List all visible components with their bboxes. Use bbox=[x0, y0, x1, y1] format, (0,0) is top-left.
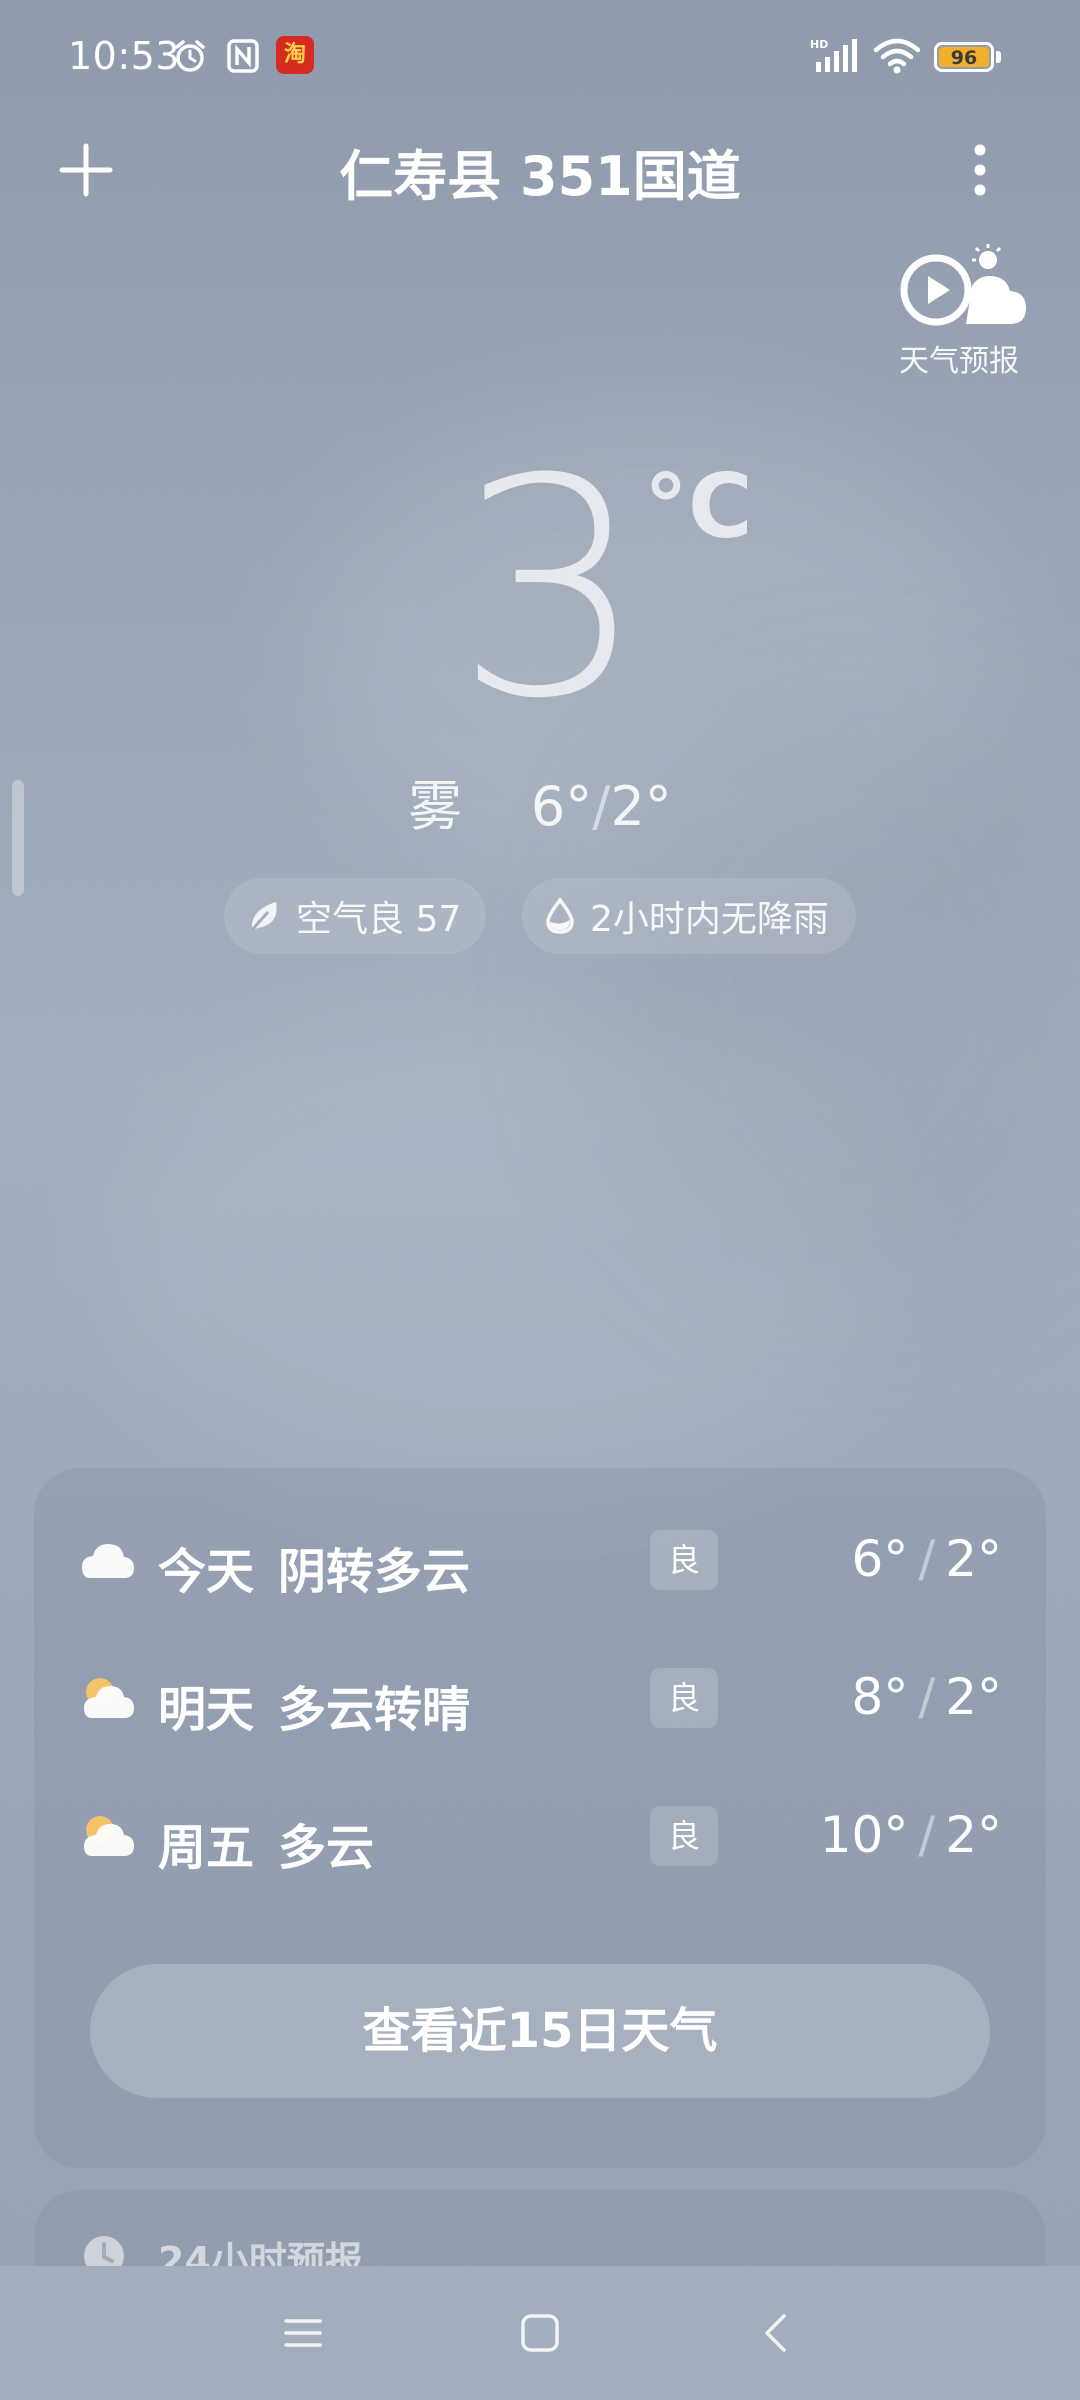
view-15-day-button[interactable]: 查看近15日天气 bbox=[90, 1964, 990, 2098]
battery-level: 96 bbox=[939, 47, 989, 69]
cloud-icon bbox=[82, 1544, 134, 1578]
nfc-icon bbox=[227, 39, 259, 73]
current-condition: 雾 bbox=[408, 775, 463, 838]
more-options-button[interactable] bbox=[958, 138, 1002, 202]
forecast-day: 周五 bbox=[158, 1820, 255, 1876]
wifi-icon bbox=[873, 38, 921, 74]
rain-forecast-pill[interactable]: 2小时内无降雨 bbox=[522, 878, 856, 954]
today-high: 6° bbox=[530, 775, 593, 838]
weather-video-button[interactable]: 天气预报 bbox=[886, 244, 1032, 379]
air-quality-text: 空气良 57 bbox=[296, 899, 462, 940]
raindrop-icon bbox=[546, 898, 574, 934]
forecast-high: 6° bbox=[851, 1530, 909, 1588]
navigation-bar bbox=[0, 2266, 1080, 2400]
signal-icon: HD bbox=[810, 38, 857, 72]
aqi-badge: 良 bbox=[650, 1806, 718, 1866]
play-cloud-icon bbox=[900, 244, 1026, 326]
partly-cloudy-icon bbox=[84, 1816, 134, 1856]
forecast-condition: 多云 bbox=[278, 1820, 375, 1876]
alarm-icon bbox=[175, 40, 205, 72]
partly-cloudy-icon bbox=[84, 1678, 134, 1718]
forecast-condition: 阴转多云 bbox=[278, 1544, 471, 1600]
air-quality-pill[interactable]: 空气良 57 bbox=[224, 878, 486, 954]
forecast-high: 8° bbox=[851, 1668, 909, 1726]
temperature-unit: °C bbox=[644, 455, 753, 558]
forecast-low: 2° bbox=[945, 1530, 1002, 1588]
forecast-temp-range: 10°/2° bbox=[820, 1806, 1002, 1864]
daily-forecast-card: 今天 阴转多云 良 6°/2° 明天 多云转晴 良 8°/2° 周五 多云 良 … bbox=[34, 1468, 1046, 2168]
today-low: 2° bbox=[610, 775, 672, 838]
forecast-temp-range: 6°/2° bbox=[852, 1530, 1002, 1588]
status-time: 10:53 bbox=[68, 34, 181, 78]
forecast-temp-range: 8°/2° bbox=[852, 1668, 1002, 1726]
temp-separator: / bbox=[918, 1530, 936, 1588]
forecast-condition: 多云转晴 bbox=[278, 1682, 471, 1738]
temp-separator: / bbox=[592, 775, 611, 838]
status-bar: 10:53 淘 HD 96 bbox=[0, 0, 1080, 118]
back-button[interactable] bbox=[752, 2308, 802, 2358]
rain-forecast-text: 2小时内无降雨 bbox=[590, 899, 829, 940]
forecast-row-tomorrow[interactable]: 明天 多云转晴 良 8°/2° bbox=[34, 1646, 1046, 1756]
home-button[interactable] bbox=[515, 2308, 565, 2358]
temp-separator: / bbox=[918, 1806, 936, 1864]
forecast-day: 今天 bbox=[158, 1544, 255, 1600]
forecast-row-friday[interactable]: 周五 多云 良 10°/2° bbox=[34, 1784, 1046, 1894]
battery-indicator: 96 bbox=[934, 42, 994, 72]
current-temperature: 3 bbox=[455, 415, 646, 764]
leaf-icon bbox=[250, 902, 277, 931]
current-condition-line: 雾 6°/2° bbox=[0, 762, 1080, 841]
side-drawer-handle[interactable] bbox=[12, 780, 24, 896]
battery-tip bbox=[996, 51, 1001, 63]
forecast-low: 2° bbox=[945, 1806, 1002, 1864]
forecast-low: 2° bbox=[945, 1668, 1002, 1726]
signal-label: HD bbox=[810, 38, 828, 51]
temp-separator: / bbox=[918, 1668, 936, 1726]
forecast-day: 明天 bbox=[158, 1682, 255, 1738]
taobao-app-icon: 淘 bbox=[276, 36, 314, 74]
weather-video-label: 天气预报 bbox=[899, 344, 1019, 379]
recent-apps-button[interactable] bbox=[278, 2308, 328, 2358]
aqi-badge: 良 bbox=[650, 1530, 718, 1590]
background-fog bbox=[100, 1000, 900, 1500]
location-title: 仁寿县 351国道 bbox=[339, 145, 741, 208]
forecast-row-today[interactable]: 今天 阴转多云 良 6°/2° bbox=[34, 1508, 1046, 1618]
forecast-high: 10° bbox=[819, 1806, 909, 1864]
aqi-badge: 良 bbox=[650, 1668, 718, 1728]
